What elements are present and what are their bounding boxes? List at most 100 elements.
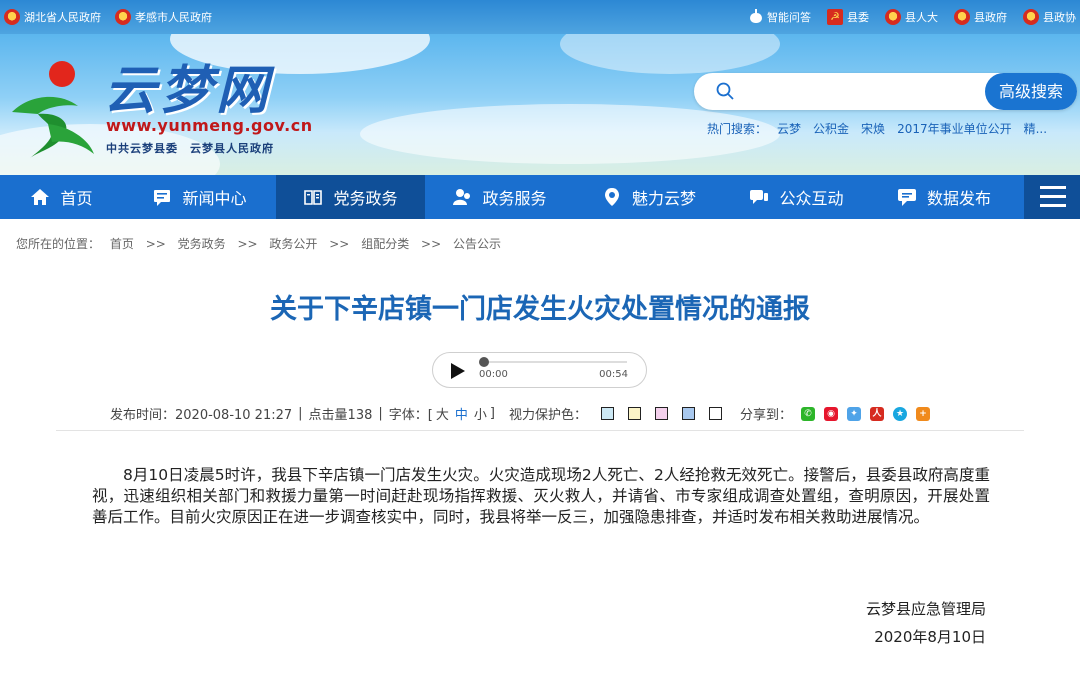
hot-search-term[interactable]: 宋焕: [861, 120, 885, 137]
link-xiaogan-government[interactable]: 孝感市人民政府: [115, 9, 212, 25]
nav-item-gov-services[interactable]: 政务服务: [425, 175, 574, 219]
hamburger-menu-icon[interactable]: [1024, 175, 1080, 219]
more-share-icon[interactable]: +: [916, 406, 930, 421]
link-county-cppcc[interactable]: 县政协: [1023, 9, 1076, 25]
site-subtitle: 中共云梦县委 云梦县人民政府: [106, 142, 274, 155]
audio-progress-knob[interactable]: [479, 357, 489, 367]
eye-color-swatch[interactable]: [654, 407, 668, 420]
qzone-share-icon[interactable]: ★: [893, 406, 907, 421]
cppcc-emblem-icon: [1023, 9, 1039, 25]
link-label: 县委: [847, 11, 869, 24]
nav-item-party-affairs[interactable]: 党务政务: [276, 175, 425, 219]
eye-color-swatch[interactable]: [600, 407, 614, 420]
link-label: 湖北省人民政府: [24, 11, 101, 24]
link-county-committee[interactable]: ☭ 县委: [827, 9, 869, 25]
hot-search-term[interactable]: 云梦: [777, 120, 801, 137]
breadcrumb-separator: >>: [237, 237, 258, 251]
party-emblem-icon: ☭: [827, 9, 843, 25]
breadcrumb-item[interactable]: 政务公开: [269, 237, 317, 251]
weibo-share-icon[interactable]: ◉: [824, 406, 838, 421]
breadcrumb-item[interactable]: 首页: [110, 237, 134, 251]
nav-item-charm-yunmeng[interactable]: 魅力云梦: [574, 175, 724, 219]
link-hubei-government[interactable]: 湖北省人民政府: [4, 9, 101, 25]
audio-duration: 00:54: [599, 369, 628, 380]
hot-search-term[interactable]: 精...: [1024, 120, 1047, 137]
font-size-label: 字体：[: [388, 408, 433, 423]
advanced-search-button[interactable]: 高级搜索: [985, 73, 1077, 110]
tencent-weibo-share-icon[interactable]: ✦: [847, 406, 861, 421]
font-size-end: ]: [489, 406, 495, 421]
meta-separator: |: [378, 406, 383, 421]
article-title: 关于下辛店镇一门店发生火灾处置情况的通报: [270, 294, 810, 325]
home-icon: [31, 189, 50, 205]
book-icon: [304, 190, 323, 205]
service-icon: [453, 189, 471, 205]
eye-protection-label: 视力保护色：: [508, 408, 587, 423]
site-name: 云梦网: [104, 60, 273, 121]
hot-search-term[interactable]: 公积金: [813, 120, 849, 137]
font-size-small-button[interactable]: 小: [474, 404, 487, 423]
link-smart-qa[interactable]: 智能问答: [749, 9, 811, 25]
yunmeng-logo-icon: [12, 61, 94, 158]
eye-color-swatch[interactable]: [627, 407, 641, 420]
meta-separator: |: [298, 406, 303, 421]
link-county-congress[interactable]: 县人大: [885, 9, 938, 25]
publish-time: 发布时间：2020-08-10 21:27: [110, 408, 293, 423]
search-icon: [716, 82, 734, 100]
national-emblem-icon: [115, 9, 131, 25]
font-size-medium-button[interactable]: 中: [455, 404, 468, 423]
nav-item-news[interactable]: 新闻中心: [123, 175, 276, 219]
hot-search-label: 热门搜索：: [707, 122, 768, 136]
breadcrumb-label: 您所在的位置：: [16, 237, 101, 251]
search-box: 高级搜索: [694, 73, 1077, 110]
news-icon: [154, 190, 171, 206]
menu-line: [1040, 204, 1066, 207]
divider: [56, 430, 1024, 431]
breadcrumb-separator: >>: [421, 237, 442, 251]
link-label: 智能问答: [767, 11, 811, 24]
nav-item-home[interactable]: 首页: [0, 175, 123, 219]
audio-progress-track[interactable]: [483, 361, 627, 363]
breadcrumb: 您所在的位置： 首页 >> 党务政务 >> 政务公开 >> 组配分类 >> 公告…: [16, 235, 501, 252]
top-utility-bar: 湖北省人民政府 孝感市人民政府 智能问答 ☭ 县委 县人大 县政府 县政协: [0, 0, 1080, 34]
robot-icon: [749, 9, 763, 25]
link-label: 县政府: [974, 11, 1007, 24]
audio-current-time: 00:00: [479, 369, 508, 380]
play-icon[interactable]: [451, 363, 465, 379]
renren-share-icon[interactable]: 人: [870, 406, 884, 421]
national-emblem-icon: [885, 9, 901, 25]
breadcrumb-item[interactable]: 组配分类: [361, 237, 409, 251]
nav-label: 党务政务: [333, 189, 398, 208]
data-chat-icon: [897, 189, 916, 206]
eye-color-swatch[interactable]: [708, 407, 722, 420]
search-input[interactable]: [746, 79, 976, 104]
national-emblem-icon: [4, 9, 20, 25]
hot-search-list: 热门搜索： 云梦 公积金 宋焕 2017年事业单位公开 精...: [707, 120, 1059, 137]
nav-label: 公众互动: [779, 189, 844, 208]
nav-label: 政务服务: [482, 189, 547, 208]
font-size-large-button[interactable]: 大: [436, 404, 449, 423]
link-county-government[interactable]: 县政府: [954, 9, 1007, 25]
wechat-share-icon[interactable]: ✆: [801, 406, 815, 421]
breadcrumb-item[interactable]: 公告公示: [453, 237, 501, 251]
nav-label: 魅力云梦: [631, 189, 696, 208]
nav-item-data-release[interactable]: 数据发布: [869, 175, 1019, 219]
article-body: 8月10日凌晨5时许，我县下辛店镇一门店发生火灾。火灾造成现场2人死亡、2人经抢…: [92, 466, 990, 526]
audio-player: 00:00 00:54: [432, 352, 647, 388]
nav-label: 首页: [60, 189, 93, 208]
eye-color-swatch[interactable]: [681, 407, 695, 420]
national-emblem-icon: [954, 9, 970, 25]
click-count: 点击量138: [308, 408, 373, 423]
link-label: 县人大: [905, 11, 938, 24]
breadcrumb-item[interactable]: 党务政务: [178, 237, 226, 251]
nav-item-public-interaction[interactable]: 公众互动: [724, 175, 869, 219]
link-label: 县政协: [1043, 11, 1076, 24]
nav-label: 新闻中心: [182, 189, 247, 208]
article-date: 2020年8月10日: [874, 628, 986, 646]
article-meta: 发布时间：2020-08-10 21:27 | 点击量138 | 字体：[ 大 …: [110, 404, 930, 423]
main-nav: 首页 新闻中心 党务政务 政务服务 魅力云梦 公众互动 数据发布: [0, 175, 1080, 219]
site-url: www.yunmeng.gov.cn: [106, 116, 313, 135]
hot-search-term[interactable]: 2017年事业单位公开: [897, 120, 1012, 137]
link-label: 孝感市人民政府: [135, 11, 212, 24]
nav-label: 数据发布: [926, 189, 991, 208]
